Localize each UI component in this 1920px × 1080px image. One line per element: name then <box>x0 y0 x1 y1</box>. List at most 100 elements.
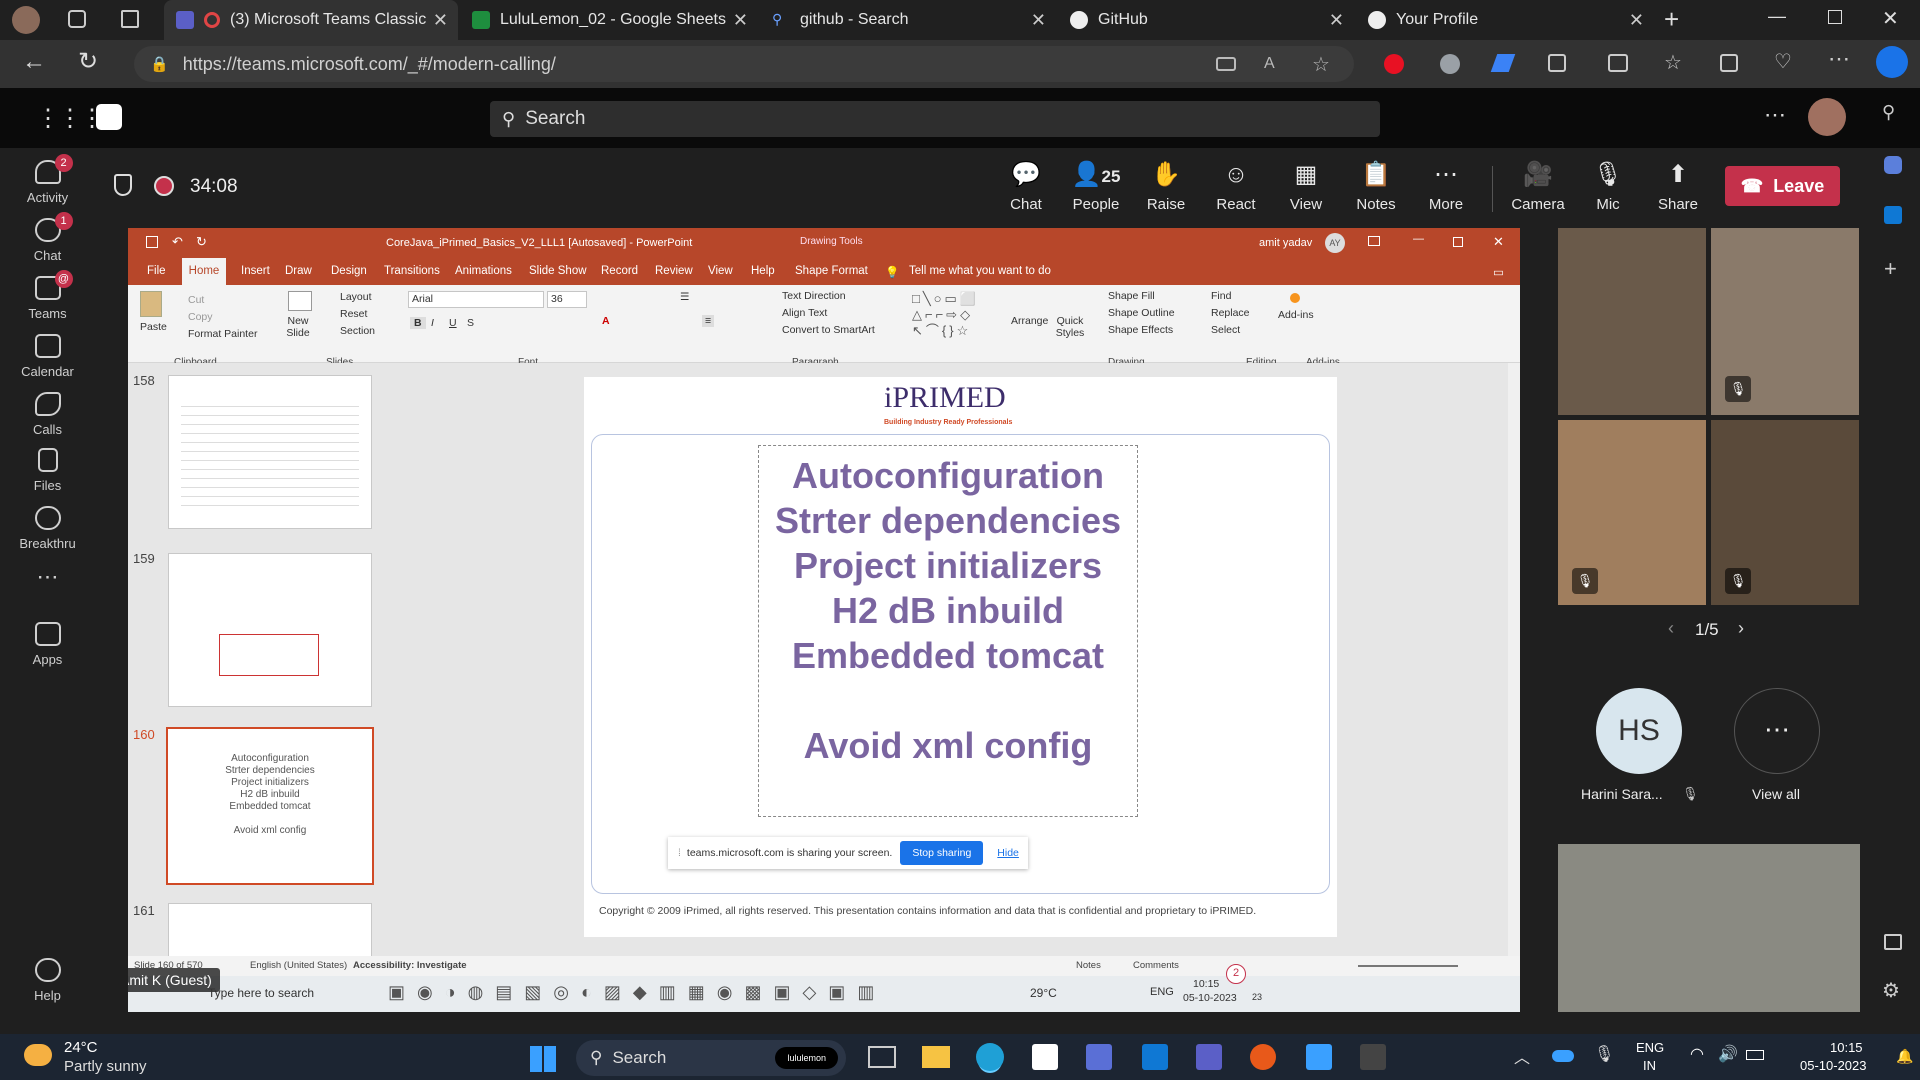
tab-animations[interactable]: Animations <box>455 265 512 277</box>
info-app-icon[interactable] <box>1250 1044 1276 1070</box>
split-screen-icon[interactable] <box>1608 54 1628 72</box>
rail-activity[interactable]: 2 Activity <box>0 154 95 205</box>
paste-label[interactable]: Paste <box>140 321 167 333</box>
slide-text-line[interactable]: Project initializers <box>728 543 1168 588</box>
share-button[interactable]: ⬆ Share <box>1648 160 1708 213</box>
undo-icon[interactable]: ↶ <box>172 234 183 250</box>
refresh-icon[interactable]: ↻ <box>78 47 98 76</box>
notes-button[interactable]: 📋 Notes <box>1346 160 1406 213</box>
power-automate-icon[interactable] <box>1086 1044 1112 1070</box>
tab-home[interactable]: Home <box>182 258 226 285</box>
maximize-button[interactable] <box>1828 10 1842 24</box>
language-status[interactable]: English (United States) <box>250 960 347 971</box>
font-color-icon[interactable]: A <box>602 315 610 327</box>
tab-view[interactable]: View <box>708 265 733 277</box>
copy-button[interactable]: Copy <box>188 311 213 323</box>
onedrive-icon[interactable] <box>1552 1050 1574 1062</box>
slide-text-line[interactable]: Autoconfiguration <box>728 453 1168 498</box>
participant-avatar[interactable]: HS <box>1596 688 1682 774</box>
notes-button[interactable]: Notes <box>1076 960 1101 971</box>
italic-button[interactable]: I <box>431 317 434 329</box>
slide-text-line[interactable]: Avoid xml config <box>728 723 1168 768</box>
favorites-icon[interactable]: ☆ <box>1664 50 1682 75</box>
extensions-icon[interactable] <box>1548 54 1566 72</box>
favorite-icon[interactable]: ☆ <box>1312 52 1330 77</box>
tab-record[interactable]: Record <box>601 265 638 277</box>
accessibility-status[interactable]: Accessibility: Investigate <box>353 960 467 971</box>
mic-button[interactable]: 🎙 Mic <box>1578 160 1638 213</box>
participant-video[interactable] <box>1558 228 1706 415</box>
slide-text-line[interactable]: H2 dB inbuild <box>728 588 1168 633</box>
next-page-icon[interactable]: › <box>1738 618 1744 639</box>
more-button[interactable]: ⋯ More <box>1416 160 1476 213</box>
close-tab-icon[interactable]: ✕ <box>1031 10 1046 31</box>
wifi-icon[interactable]: ◠ <box>1690 1044 1704 1064</box>
convert-smartart-button[interactable]: Convert to SmartArt <box>782 324 875 336</box>
stop-sharing-button[interactable]: Stop sharing <box>900 841 984 865</box>
lang-in[interactable]: IN <box>1643 1058 1656 1073</box>
volume-icon[interactable]: 🔊 <box>1718 1044 1738 1064</box>
shield-icon[interactable] <box>114 174 132 196</box>
tab-insert[interactable]: Insert <box>241 265 270 277</box>
tab-draw[interactable]: Draw <box>285 265 312 277</box>
start-button[interactable] <box>530 1046 556 1072</box>
battery-icon[interactable] <box>1746 1050 1764 1060</box>
zoom-slider[interactable] <box>1358 965 1458 967</box>
shapes-gallery[interactable]: □╲○▭⬜ △⌐⌐⇨◇ ↖⌒{}☆ <box>912 291 1012 341</box>
new-slide-button[interactable]: New Slide <box>280 315 316 339</box>
workspaces-icon[interactable] <box>68 10 86 28</box>
rail-files[interactable]: Files <box>0 448 95 493</box>
notification-count[interactable]: 23 <box>1252 992 1262 1002</box>
slide-text-line[interactable]: Strter dependencies <box>728 498 1168 543</box>
taskbar-search[interactable]: ⚲ Search lululemon <box>576 1040 846 1076</box>
section-button[interactable]: Section <box>340 325 375 337</box>
url-field[interactable]: 🔒 https://teams.microsoft.com/_#/modern-… <box>134 46 1354 82</box>
minimize-button[interactable]: — <box>1768 6 1786 27</box>
font-select[interactable]: Arial <box>408 291 544 308</box>
comments-button[interactable]: Comments <box>1133 960 1179 971</box>
drag-handle-icon[interactable]: ⁞ <box>678 847 681 859</box>
rail-calendar[interactable]: Calendar <box>0 334 95 379</box>
participant-video[interactable]: 🎙 <box>1711 420 1859 605</box>
participant-video[interactable]: 🎙 <box>1711 228 1859 415</box>
slide-thumbnail-selected[interactable]: Autoconfiguration Strter dependencies Proj… <box>166 727 374 885</box>
ppt-maximize-button[interactable] <box>1453 237 1463 247</box>
slide-thumbnail[interactable] <box>168 903 372 963</box>
read-aloud-icon[interactable]: A <box>1264 55 1275 73</box>
sidebar-search-icon[interactable]: ⚲ <box>1882 102 1895 123</box>
mic-icon[interactable]: 🎙 <box>1594 1044 1614 1064</box>
rail-teams[interactable]: @ Teams <box>0 270 95 321</box>
camera-permission-icon[interactable] <box>1216 57 1236 71</box>
tab-actions-icon[interactable] <box>121 10 139 28</box>
close-tab-icon[interactable]: ✕ <box>733 10 748 31</box>
addins-button[interactable]: Add-ins <box>1278 309 1314 321</box>
lang-en[interactable]: ENG <box>1636 1040 1664 1055</box>
rail-breakthru[interactable]: Breakthru <box>0 506 95 551</box>
shape-effects-button[interactable]: Shape Effects <box>1108 324 1173 336</box>
select-button[interactable]: Select <box>1211 324 1240 336</box>
shadow-button[interactable]: S <box>467 317 474 329</box>
notepad-icon[interactable] <box>1306 1044 1332 1070</box>
view-all-button[interactable]: ⋯ <box>1734 688 1820 774</box>
rail-more-apps[interactable]: ⋯ <box>0 564 95 590</box>
align-center-icon[interactable]: ≡ <box>702 315 715 327</box>
profile-avatar[interactable] <box>12 6 40 34</box>
tab-help[interactable]: Help <box>751 265 775 277</box>
comments-icon[interactable]: ▭ <box>1493 265 1504 279</box>
teams-icon[interactable] <box>1196 1044 1222 1070</box>
tab-slideshow[interactable]: Slide Show <box>529 265 587 277</box>
format-painter-button[interactable]: Format Painter <box>188 328 257 340</box>
rail-help[interactable]: Help <box>0 958 95 1003</box>
view-button[interactable]: ▦ View <box>1276 160 1336 213</box>
slide-text-line[interactable] <box>728 678 1168 723</box>
outlook-icon[interactable] <box>1884 206 1902 224</box>
search-box[interactable]: Type here to search <box>208 986 314 1000</box>
leave-button[interactable]: ☎ Leave <box>1725 166 1840 206</box>
shape-outline-button[interactable]: Shape Outline <box>1108 307 1175 319</box>
task-view-icon[interactable] <box>868 1046 896 1068</box>
font-size-select[interactable]: 36 <box>547 291 587 308</box>
user-avatar[interactable] <box>1808 98 1846 136</box>
addins-icon[interactable] <box>1290 293 1300 303</box>
participant-video[interactable]: 🎙 <box>1558 420 1706 605</box>
copilot-icon[interactable] <box>1884 156 1902 174</box>
